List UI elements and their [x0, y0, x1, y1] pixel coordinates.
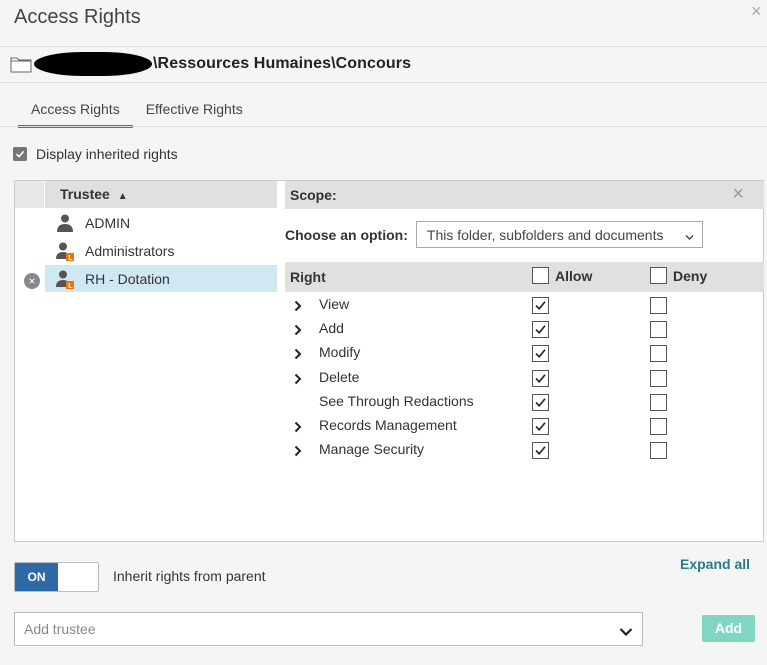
deny-checkbox[interactable] [650, 321, 667, 338]
trustee-header[interactable]: Trustee ▲ [15, 181, 277, 208]
deny-column-label: Deny [673, 267, 708, 284]
right-row: Add [285, 318, 764, 342]
right-row: Records Management [285, 415, 764, 439]
trustee-column-label: Trustee ▲ [60, 186, 128, 202]
right-row: Modify [285, 342, 764, 366]
inherit-toggle[interactable]: ON [14, 562, 99, 592]
trustee-row-admin[interactable]: ADMIN [45, 209, 277, 236]
right-name: Add [319, 320, 344, 336]
scope-header: Scope: × [285, 181, 764, 209]
user-icon [55, 213, 75, 233]
svg-text:L: L [68, 283, 73, 289]
deny-checkbox[interactable] [650, 442, 667, 459]
trustee-row-administrators[interactable]: L Administrators [45, 237, 277, 264]
right-row: See Through Redactions [285, 391, 764, 415]
dialog-title: Access Rights [14, 6, 141, 28]
path-bar: \Ressources Humaines\Concours [10, 52, 411, 76]
deny-checkbox[interactable] [650, 297, 667, 314]
group-icon: L [55, 241, 75, 262]
right-row: Manage Security [285, 439, 764, 463]
close-icon[interactable]: × [751, 2, 765, 20]
add-trustee-placeholder: Add trustee [24, 621, 96, 637]
remove-trustee-icon[interactable]: × [24, 273, 40, 289]
sort-asc-icon: ▲ [117, 191, 128, 202]
right-name: See Through Redactions [319, 393, 474, 409]
group-icon: L [55, 269, 75, 290]
trustee-row-rh-dotation[interactable]: L RH - Dotation [45, 265, 277, 292]
folder-path: \Ressources Humaines\Concours [153, 55, 412, 72]
divider [0, 82, 767, 83]
divider [0, 46, 767, 47]
divider [0, 126, 767, 127]
right-name: Delete [319, 369, 360, 385]
tab-bar: Access Rights Effective Rights [18, 96, 256, 128]
chevron-right-icon[interactable] [292, 299, 304, 312]
chevron-right-icon[interactable] [292, 444, 304, 457]
add-button[interactable]: Add [702, 615, 755, 642]
deny-all-checkbox[interactable] [650, 267, 667, 284]
add-trustee-input[interactable]: Add trustee [14, 612, 643, 646]
chevron-right-icon[interactable] [292, 420, 304, 433]
right-column-label: Right [290, 269, 326, 285]
scope-option-row: Choose an option: This folder, subfolder… [285, 221, 703, 248]
display-inherited-label: Display inherited rights [36, 146, 178, 162]
tab-access-rights[interactable]: Access Rights [18, 96, 133, 128]
allow-checkbox[interactable] [532, 394, 549, 411]
tab-effective-rights[interactable]: Effective Rights [133, 96, 256, 128]
close-scope-icon[interactable]: × [732, 184, 744, 204]
inherit-label: Inherit rights from parent [113, 568, 266, 584]
allow-all-checkbox[interactable] [532, 267, 549, 284]
chevron-right-icon[interactable] [292, 372, 304, 385]
scope-select[interactable]: This folder, subfolders and documents [415, 221, 703, 248]
right-row: Delete [285, 367, 764, 391]
right-name: Manage Security [319, 441, 425, 457]
folder-icon [10, 56, 32, 73]
allow-column-label: Allow [555, 267, 593, 284]
display-inherited-checkbox[interactable] [13, 147, 27, 161]
option-label: Choose an option: [285, 226, 408, 243]
deny-checkbox[interactable] [650, 370, 667, 387]
svg-text:L: L [68, 255, 73, 261]
toggle-on-label: ON [15, 563, 58, 591]
right-name: Modify [319, 344, 361, 360]
allow-checkbox[interactable] [532, 321, 549, 338]
allow-checkbox[interactable] [532, 297, 549, 314]
deny-checkbox[interactable] [650, 418, 667, 435]
right-row: View [285, 294, 764, 318]
right-name: Records Management [319, 417, 457, 433]
chevron-down-icon[interactable] [619, 624, 633, 637]
right-name: View [319, 296, 350, 312]
allow-checkbox[interactable] [532, 345, 549, 362]
deny-column: Deny [650, 267, 707, 284]
allow-column: Allow [532, 267, 592, 284]
rights-panel: Trustee ▲ ADMIN L Administrators × L RH … [14, 180, 764, 542]
expand-all-link[interactable]: Expand all [680, 556, 750, 572]
allow-checkbox[interactable] [532, 442, 549, 459]
trustee-name: ADMIN [85, 214, 131, 231]
deny-checkbox[interactable] [650, 394, 667, 411]
deny-checkbox[interactable] [650, 345, 667, 362]
allow-checkbox[interactable] [532, 418, 549, 435]
allow-checkbox[interactable] [532, 370, 549, 387]
scope-select-value: This folder, subfolders and documents [426, 226, 664, 243]
chevron-down-icon [685, 229, 694, 240]
chevron-right-icon[interactable] [292, 347, 304, 360]
trustee-name: RH - Dotation [85, 270, 170, 287]
chevron-right-icon[interactable] [292, 323, 304, 336]
trustee-name: Administrators [85, 242, 175, 259]
rights-header: Right Allow Deny [285, 262, 764, 292]
scope-title: Scope: [290, 187, 337, 203]
redacted-path-segment [34, 52, 152, 76]
display-inherited-row: Display inherited rights [13, 146, 178, 162]
